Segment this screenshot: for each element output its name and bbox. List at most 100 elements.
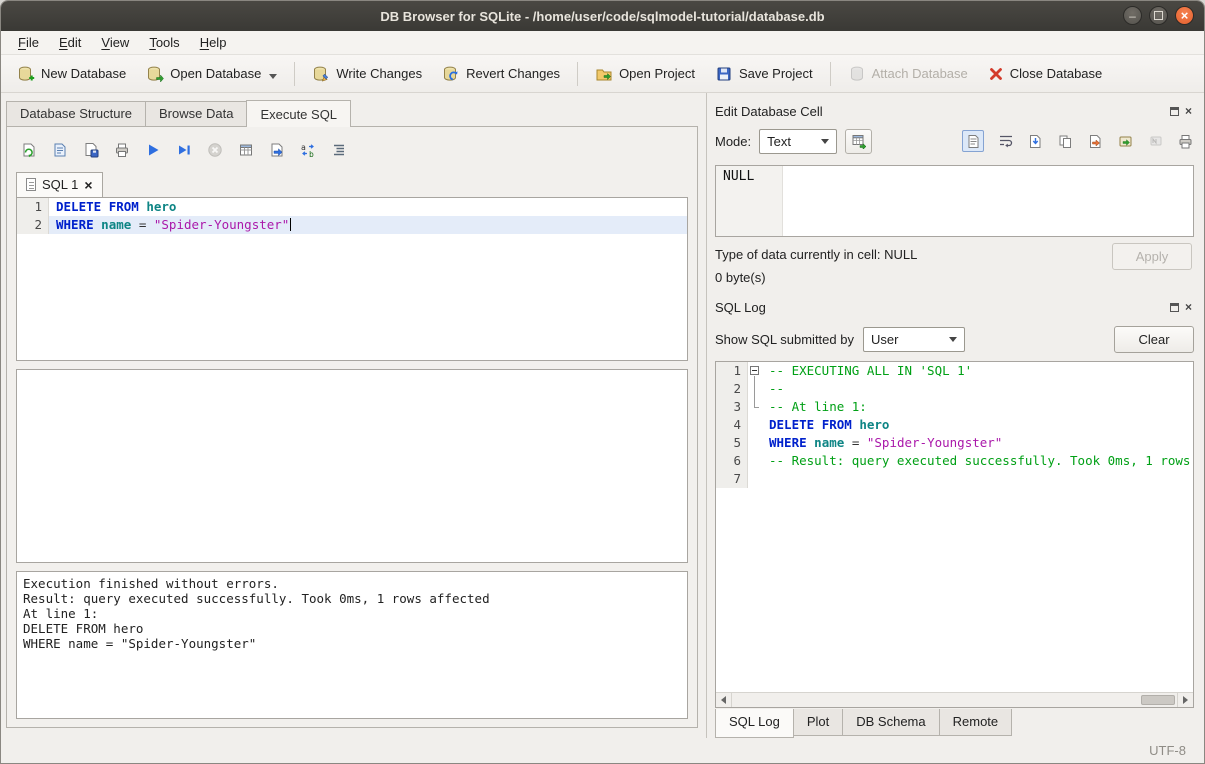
cell-editor-area[interactable] [783,166,1193,236]
cell-icon-row [962,130,1194,152]
open-project-icon [595,65,613,83]
sql-log-box: 1-- EXECUTING ALL IN 'SQL 1'2--3-- At li… [715,361,1194,708]
execute-all-icon[interactable] [144,141,162,159]
sql-log-filter-label: Show SQL submitted by [715,332,854,347]
sql-editor-line[interactable]: 2WHERE name = "Spider-Youngster" [17,216,687,234]
menu-edit[interactable]: Edit [50,33,90,52]
print-icon[interactable] [113,141,131,159]
message-line: At line 1: [23,606,681,621]
menu-file-mnemonic: F [18,35,26,50]
save-results-icon[interactable] [237,141,255,159]
save-project-button[interactable]: Save Project [707,60,821,88]
scroll-right-icon[interactable] [1177,693,1193,707]
sql-log-header: SQL Log × [715,295,1194,319]
sql-log-filter-value: User [871,332,898,347]
sql-log-line: 4DELETE FROM hero [716,416,1193,434]
write-changes-label: Write Changes [336,66,422,81]
tab-db-schema[interactable]: DB Schema [842,709,939,736]
menu-file[interactable]: File [9,33,48,52]
mode-label: Mode: [715,134,751,149]
tab-browse-data[interactable]: Browse Data [145,101,247,126]
open-sql-file-icon[interactable] [51,141,69,159]
apply-settings-button[interactable] [845,129,872,154]
message-line: DELETE FROM hero [23,621,681,636]
open-database-button[interactable]: Open Database [138,60,285,88]
fold-gutter [748,380,762,398]
cell-value-editor[interactable]: NULL [715,165,1194,237]
mode-select[interactable]: Text [759,129,837,154]
clear-log-button[interactable]: Clear [1114,326,1194,353]
cell-print-icon[interactable] [1177,133,1194,150]
save-sql-file-icon[interactable] [82,141,100,159]
close-icon[interactable]: × [1175,6,1194,25]
float-panel-icon[interactable] [1170,303,1179,312]
word-wrap-icon[interactable] [997,133,1014,150]
scrollbar-thumb[interactable] [1141,695,1175,705]
sql-log-title: SQL Log [715,300,766,315]
app-window: DB Browser for SQLite - /home/user/code/… [0,0,1205,764]
import-file-icon[interactable] [1027,133,1044,150]
new-database-icon [17,65,35,83]
sql-editor[interactable]: 1DELETE FROM hero2WHERE name = "Spider-Y… [16,197,688,361]
maximize-icon[interactable] [1149,6,1168,25]
save-as-icon[interactable] [1087,133,1104,150]
tab-remote[interactable]: Remote [939,709,1013,736]
export-icon[interactable] [1117,133,1134,150]
message-line: Result: query executed successfully. Too… [23,591,681,606]
sql-log-filter-select[interactable]: User [863,327,965,352]
svg-text:b: b [309,150,314,158]
new-database-label: New Database [41,66,126,81]
copy-icon[interactable] [1057,133,1074,150]
menu-file-label: ile [26,35,39,50]
attach-database-icon [848,65,866,83]
toolbar-separator [577,62,578,86]
menu-tools[interactable]: Tools [140,33,188,52]
menu-view[interactable]: View [92,33,138,52]
titlebar[interactable]: DB Browser for SQLite - /home/user/code/… [1,1,1204,31]
tab-sql-log[interactable]: SQL Log [715,709,794,738]
menu-view-mnemonic: V [101,35,109,50]
sql-editor-line[interactable]: 1DELETE FROM hero [17,198,687,216]
sql-log-line: 7 [716,470,1193,488]
close-panel-icon[interactable]: × [1185,301,1192,313]
menu-help[interactable]: Help [191,33,236,52]
menu-tools-label: ools [156,35,180,50]
line-number: 6 [716,452,748,470]
minimize-icon[interactable]: – [1123,6,1142,25]
results-grid[interactable] [16,369,688,563]
close-panel-icon[interactable]: × [1185,105,1192,117]
revert-changes-button[interactable]: Revert Changes [434,60,568,88]
tab-database-structure[interactable]: Database Structure [6,101,146,126]
new-database-button[interactable]: New Database [9,60,134,88]
close-database-button[interactable]: Close Database [980,61,1111,87]
tab-plot[interactable]: Plot [793,709,843,736]
apply-button[interactable]: Apply [1112,243,1192,270]
sql-log-line: 3-- At line 1: [716,398,1193,416]
execute-current-line-icon[interactable] [175,141,193,159]
find-replace-icon[interactable]: ab [299,141,317,159]
tab-execute-sql[interactable]: Execute SQL [246,100,351,127]
write-changes-button[interactable]: Write Changes [304,60,430,88]
format-sql-icon[interactable] [330,141,348,159]
open-project-button[interactable]: Open Project [587,60,703,88]
sql-tab-close-icon[interactable]: × [84,178,92,192]
open-database-dropdown-icon[interactable] [269,74,277,79]
chevron-down-icon [821,139,829,144]
float-panel-icon[interactable] [1170,107,1179,116]
horizontal-scrollbar[interactable] [716,692,1193,707]
line-number: 4 [716,416,748,434]
sql-tab[interactable]: SQL 1 × [16,172,103,197]
open-tab-icon[interactable] [20,141,38,159]
main-toolbar: New Database Open Database Write Changes… [1,55,1204,93]
execute-sql-page: ab SQL 1 × 1DELETE FROM hero2WHERE name … [6,126,698,728]
scroll-left-icon[interactable] [716,693,732,707]
attach-database-button[interactable]: Attach Database [840,60,976,88]
sql-log-line: 5WHERE name = "Spider-Youngster" [716,434,1193,452]
text-mode-icon[interactable] [962,130,984,152]
insert-file-icon[interactable] [268,141,286,159]
line-number: 2 [716,380,748,398]
sql-log-filter-row: Show SQL submitted by User Clear [715,321,1194,357]
fold-toggle-icon[interactable] [748,362,762,380]
stop-icon[interactable] [206,141,224,159]
set-null-icon[interactable] [1147,133,1164,150]
